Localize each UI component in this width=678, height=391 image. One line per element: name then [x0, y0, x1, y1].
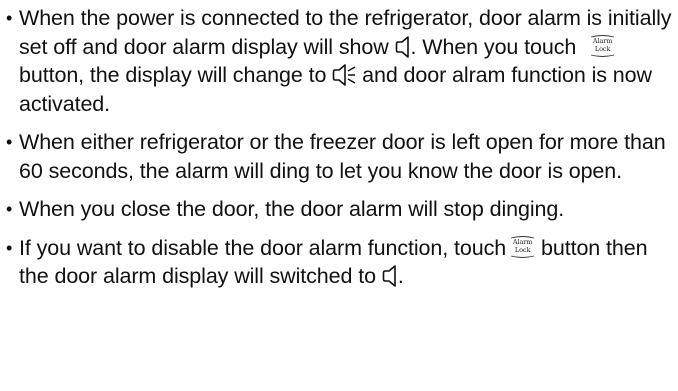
door-alarm-off-icon: [395, 35, 411, 59]
bullet: •: [6, 199, 13, 219]
text-segment: .: [397, 264, 404, 288]
list-item: • When the power is connected to the ref…: [6, 4, 674, 118]
alarm-label: Alarm: [592, 36, 613, 45]
text-segment: If you want to disable the door alarm fu…: [19, 235, 507, 260]
paragraph-text: When the power is connected to the refri…: [19, 4, 674, 118]
alarm-lock-button-icon: Alarm Lock: [590, 34, 615, 57]
lock-label: Lock: [514, 245, 531, 254]
door-alarm-on-icon: [332, 63, 356, 87]
alarm-label: Alarm: [512, 237, 533, 246]
alarm-lock-button-icon: Alarm Lock: [510, 235, 535, 258]
paragraph-text: When you close the door, the door alarm …: [19, 197, 565, 221]
list-item: • If you want to disable the door alarm …: [6, 234, 674, 291]
list-item: • When you close the door, the door alar…: [6, 195, 674, 224]
paragraph-text: When either refrigerator or the freezer …: [19, 130, 666, 183]
bullet: •: [6, 237, 13, 258]
lock-label: Lock: [594, 44, 611, 53]
list-item: • When either refrigerator or the freeze…: [6, 128, 674, 185]
paragraph-text: If you want to disable the door alarm fu…: [19, 234, 674, 291]
text-segment: button, the display will change to: [19, 63, 327, 87]
bullet: •: [6, 132, 13, 152]
bullet: •: [6, 8, 13, 28]
instruction-list: • When the power is connected to the ref…: [6, 4, 674, 291]
door-alarm-off-icon: [382, 264, 398, 288]
text-segment: . When you touch: [410, 34, 577, 59]
